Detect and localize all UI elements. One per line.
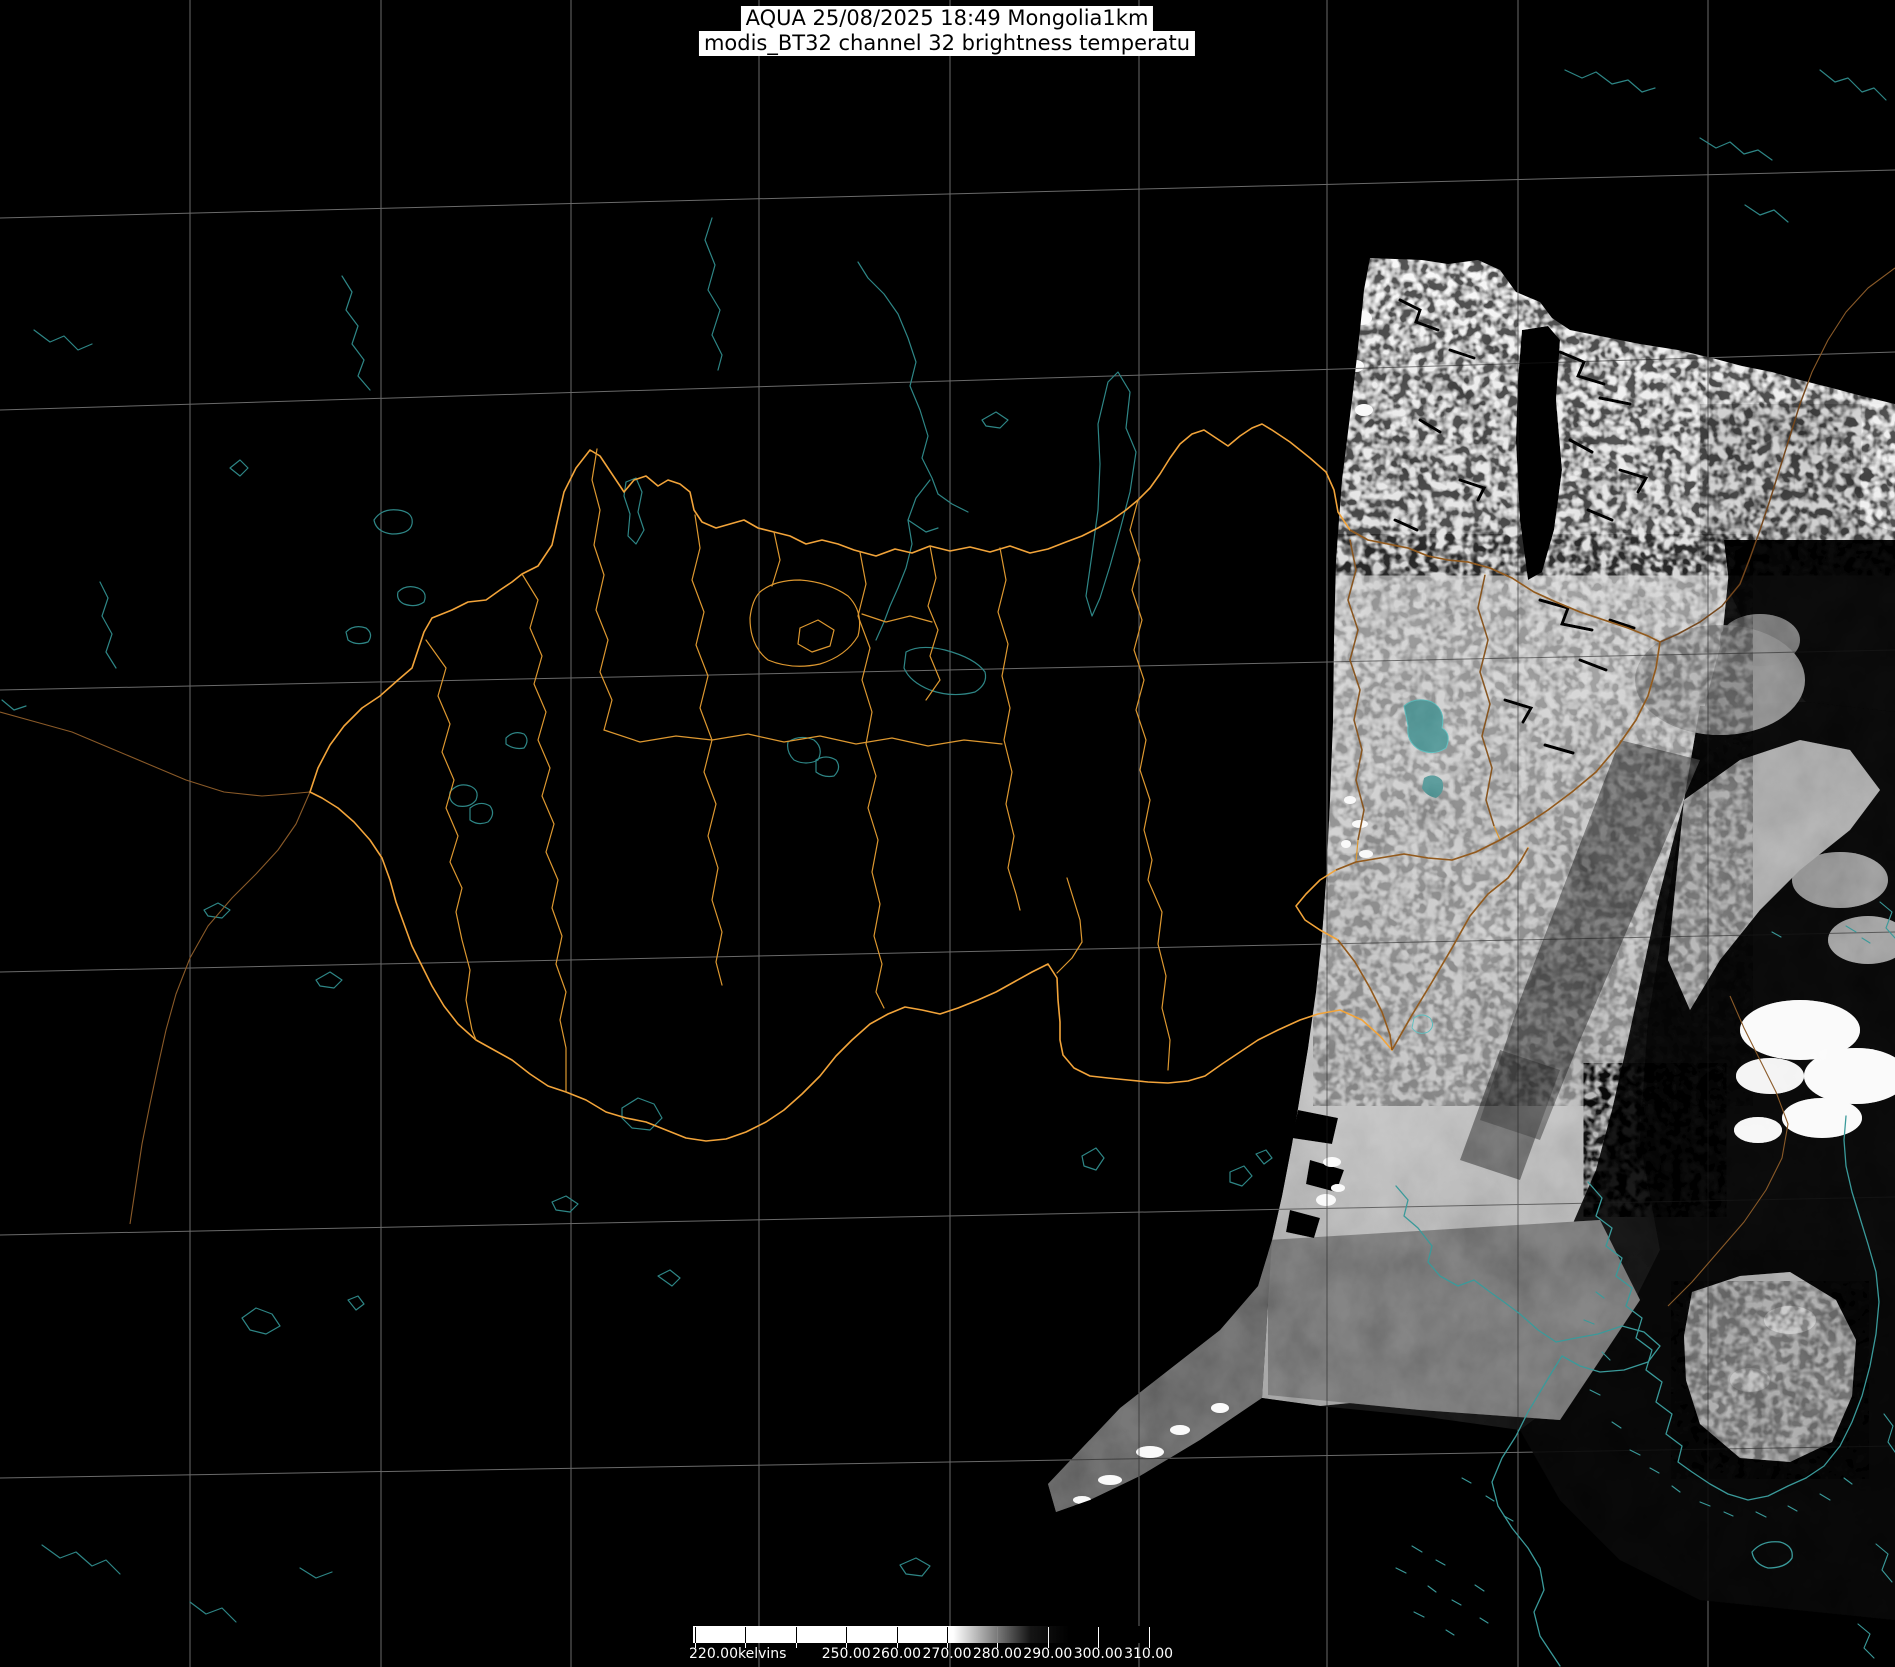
title-line-2: modis_BT32 channel 32 brightness tempera…: [699, 31, 1195, 56]
satellite-map-screen: AQUA 25/08/2025 18:49 Mongolia1km modis_…: [0, 0, 1895, 1667]
title-line-1: AQUA 25/08/2025 18:49 Mongolia1km: [741, 6, 1154, 31]
map-canvas: [0, 0, 1895, 1667]
title-banner: AQUA 25/08/2025 18:49 Mongolia1km modis_…: [699, 6, 1195, 56]
